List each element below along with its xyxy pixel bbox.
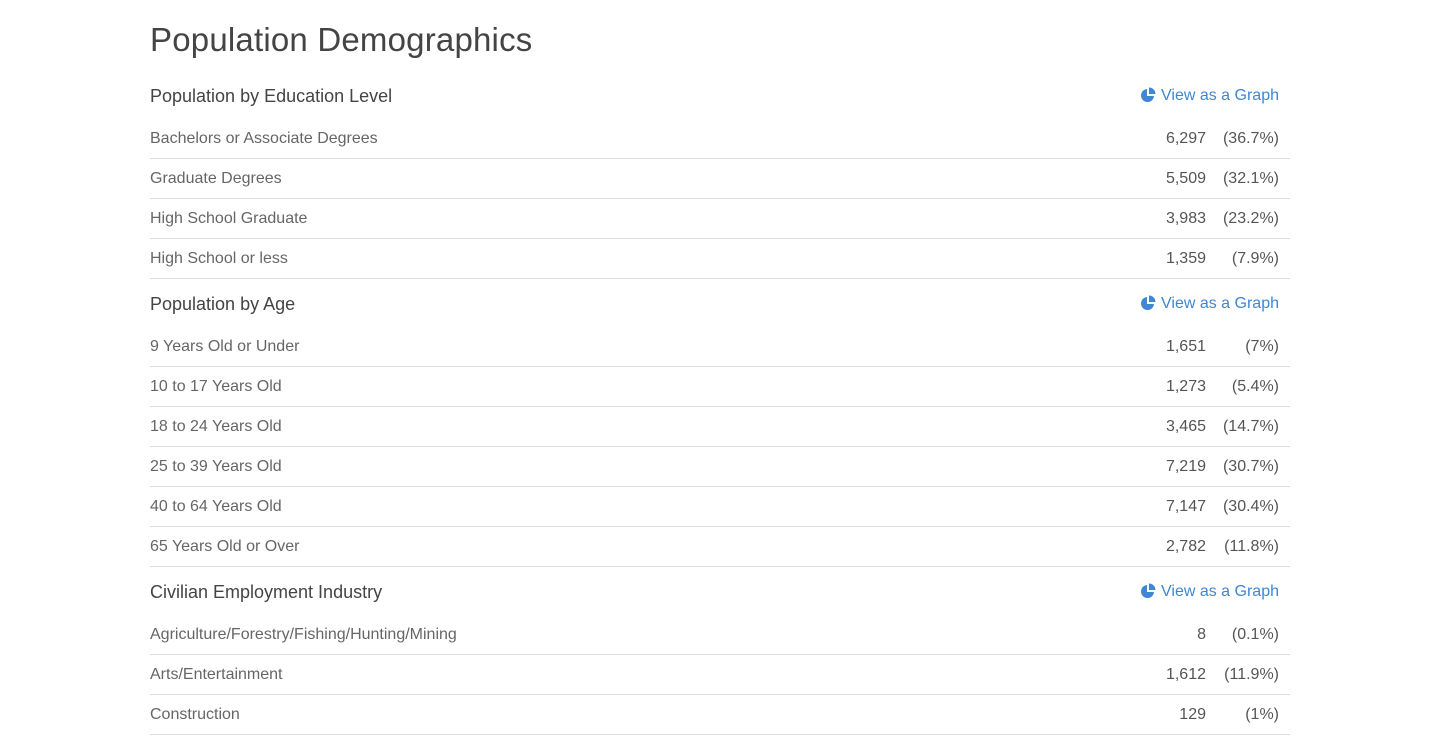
pie-chart-icon [1141,295,1156,310]
row-value: 1,612 [1165,666,1206,683]
section-header-employment: Civilian Employment Industry View as a G… [150,580,1290,620]
view-as-graph-label: View as a Graph [1161,295,1279,312]
table-row: 9 Years Old or Under 1,651 (7%) [150,327,1290,367]
row-value: 129 [1179,706,1206,723]
row-value: 1,359 [1165,250,1206,267]
row-percent: (7.9%) [1231,250,1279,267]
table-row: 40 to 64 Years Old 7,147 (30.4%) [150,487,1290,527]
table-row: Construction 129 (1%) [150,695,1290,735]
row-label: 18 to 24 Years Old [150,418,282,435]
table-row: 65 Years Old or Over 2,782 (11.8%) [150,527,1290,567]
table-row: 25 to 39 Years Old 7,219 (30.7%) [150,447,1290,487]
view-as-graph-link-employment[interactable]: View as a Graph [1140,581,1279,603]
table-row: Agriculture/Forestry/Fishing/Hunting/Min… [150,615,1290,655]
page-title: Population Demographics [150,21,533,58]
row-label: Construction [150,706,240,723]
table-row: Bachelors or Associate Degrees 6,297 (36… [150,119,1290,159]
row-label: 25 to 39 Years Old [150,458,282,475]
view-as-graph-label: View as a Graph [1161,583,1279,600]
row-label: Agriculture/Forestry/Fishing/Hunting/Min… [150,626,457,643]
row-value: 1,651 [1165,338,1206,355]
section-header-education: Population by Education Level View as a … [150,84,1290,124]
row-label: High School or less [150,250,288,267]
table-row: 18 to 24 Years Old 3,465 (14.7%) [150,407,1290,447]
view-as-graph-link-education[interactable]: View as a Graph [1140,85,1279,107]
row-percent: (36.7%) [1222,130,1279,147]
row-value: 7,219 [1165,458,1206,475]
row-percent: (0.1%) [1231,626,1279,643]
row-label: Bachelors or Associate Degrees [150,130,378,147]
view-as-graph-link-age[interactable]: View as a Graph [1140,293,1279,315]
row-label: 65 Years Old or Over [150,538,300,555]
table-row: Arts/Entertainment 1,612 (11.9%) [150,655,1290,695]
row-value: 8 [1197,626,1206,643]
row-value: 7,147 [1165,498,1206,515]
row-label: High School Graduate [150,210,308,227]
row-value: 2,782 [1165,538,1206,555]
row-value: 1,273 [1165,378,1206,395]
section-title: Population by Age [150,294,296,314]
row-percent: (32.1%) [1222,170,1279,187]
pie-chart-icon [1141,87,1156,102]
pie-chart-icon [1141,583,1156,598]
row-percent: (11.9%) [1224,666,1279,683]
section-title: Civilian Employment Industry [150,582,383,602]
row-percent: (30.7%) [1222,458,1279,475]
row-percent: (5.4%) [1231,378,1279,395]
section-title: Population by Education Level [150,86,393,106]
row-value: 5,509 [1165,170,1206,187]
row-percent: (1%) [1245,706,1279,723]
row-label: 9 Years Old or Under [150,338,300,355]
row-value: 6,297 [1165,130,1206,147]
row-label: Graduate Degrees [150,170,282,187]
row-label: 10 to 17 Years Old [150,378,282,395]
row-percent: (7%) [1245,338,1279,355]
row-percent: (11.8%) [1224,538,1279,555]
table-row: High School or less 1,359 (7.9%) [150,239,1290,279]
row-label: 40 to 64 Years Old [150,498,282,515]
section-header-age: Population by Age View as a Graph [150,292,1290,332]
view-as-graph-label: View as a Graph [1161,87,1279,104]
row-percent: (23.2%) [1222,210,1279,227]
row-label: Arts/Entertainment [150,666,283,683]
row-value: 3,465 [1165,418,1206,435]
table-row: Graduate Degrees 5,509 (32.1%) [150,159,1290,199]
row-percent: (14.7%) [1222,418,1279,435]
row-percent: (30.4%) [1222,498,1279,515]
row-value: 3,983 [1165,210,1206,227]
table-row: High School Graduate 3,983 (23.2%) [150,199,1290,239]
table-row: 10 to 17 Years Old 1,273 (5.4%) [150,367,1290,407]
